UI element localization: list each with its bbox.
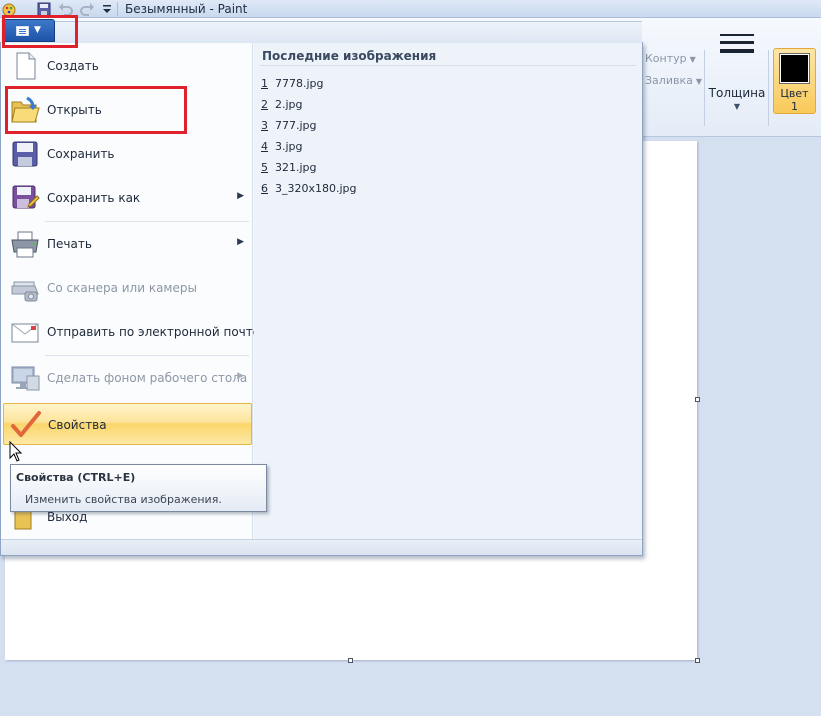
submenu-arrow-icon: ▶	[237, 371, 244, 381]
menu-item-label: Создать	[47, 59, 99, 73]
highlight-box-open-item	[5, 86, 187, 134]
save-as-icon	[12, 185, 40, 209]
recent-file-number: 2	[261, 98, 268, 111]
menu-item-label: Свойства	[48, 418, 107, 432]
highlight-box-app-button	[2, 15, 78, 48]
menu-item-label: Со сканера или камеры	[47, 281, 197, 295]
properties-tooltip: Свойства (CTRL+E) Изменить свойства изоб…	[10, 464, 267, 512]
recent-images-title: Последние изображения	[262, 49, 437, 63]
window-title: Безымянный - Paint	[125, 2, 248, 16]
printer-icon	[11, 231, 39, 258]
recent-file-item[interactable]: 2 2.jpg	[261, 98, 303, 111]
menu-item-new[interactable]: Создать	[3, 45, 252, 87]
submenu-arrow-icon: ▶	[237, 237, 244, 247]
ribbon-separator	[768, 50, 769, 126]
menu-item-save-as[interactable]: Сохранить как ▶	[3, 177, 252, 219]
color1-swatch	[779, 53, 810, 84]
menu-item-set-desktop-background: Сделать фоном рабочего стола ▶	[3, 357, 252, 399]
scanner-icon	[11, 281, 39, 302]
color1-label: Цвет 1	[780, 87, 809, 113]
thickness-chevron-down-icon: ▼	[733, 102, 741, 111]
thickness-lines-icon	[720, 34, 754, 58]
title-bar: Безымянный - Paint	[0, 0, 821, 18]
menu-item-label: Выход	[47, 510, 88, 524]
recent-file-item[interactable]: 5 321.jpg	[261, 161, 317, 174]
menu-top-strip	[1, 21, 642, 43]
recent-file-name: 777.jpg	[275, 119, 317, 132]
menu-separator	[45, 221, 249, 222]
desktop-background-icon	[11, 366, 40, 391]
color1-button[interactable]: Цвет 1	[773, 48, 816, 114]
recent-file-number: 5	[261, 161, 268, 174]
recent-file-name: 7778.jpg	[275, 77, 324, 90]
recent-file-item[interactable]: 6 3_320x180.jpg	[261, 182, 357, 195]
ribbon-separator	[704, 50, 705, 126]
menu-item-label: Сделать фоном рабочего стола	[47, 371, 248, 385]
menu-item-label: Отправить по электронной почте	[47, 325, 261, 339]
save-icon	[12, 141, 38, 167]
menu-item-label: Печать	[47, 237, 92, 251]
recent-file-number: 4	[261, 140, 268, 153]
recent-file-item[interactable]: 1 7778.jpg	[261, 77, 324, 90]
fill-label: Заливка	[645, 74, 693, 87]
menu-item-print[interactable]: Печать ▶	[3, 223, 252, 265]
menu-footer	[1, 539, 642, 555]
checkmark-icon	[11, 411, 41, 437]
recent-file-name: 3.jpg	[275, 140, 303, 153]
redo-icon[interactable]	[79, 1, 95, 17]
recent-file-item[interactable]: 4 3.jpg	[261, 140, 303, 153]
recent-file-name: 321.jpg	[275, 161, 317, 174]
thickness-label: Толщина	[708, 86, 766, 100]
fill-chevron-down-icon: ▼	[695, 77, 702, 86]
new-file-icon	[16, 52, 36, 80]
outline-label: Контур	[645, 52, 687, 65]
thickness-button[interactable]: Толщина ▼	[707, 28, 767, 118]
customize-toolbar-icon[interactable]	[99, 1, 115, 17]
recent-file-name: 3_320x180.jpg	[275, 182, 357, 195]
outline-chevron-down-icon: ▼	[689, 55, 696, 64]
submenu-arrow-icon: ▶	[237, 191, 244, 201]
menu-separator	[45, 355, 249, 356]
fill-dropdown[interactable]: Заливка ▼	[645, 74, 702, 87]
tooltip-title: Свойства (CTRL+E)	[16, 471, 136, 484]
resize-handle-corner[interactable]	[695, 658, 700, 663]
recent-file-number: 6	[261, 182, 268, 195]
resize-handle-bottom[interactable]	[348, 658, 353, 663]
recent-separator	[260, 65, 636, 66]
recent-file-item[interactable]: 3 777.jpg	[261, 119, 317, 132]
menu-item-properties[interactable]: Свойства	[3, 403, 252, 445]
menu-item-scanner: Со сканера или камеры	[3, 267, 252, 309]
menu-item-email[interactable]: Отправить по электронной почте	[3, 311, 260, 353]
title-separator	[117, 2, 118, 16]
recent-file-number: 1	[261, 77, 268, 90]
recent-file-name: 2.jpg	[275, 98, 303, 111]
tooltip-description: Изменить свойства изображения.	[25, 493, 222, 506]
mouse-pointer-icon	[9, 441, 23, 462]
menu-item-save[interactable]: Сохранить	[3, 133, 252, 175]
email-icon	[11, 323, 39, 343]
menu-item-label: Сохранить как	[47, 191, 141, 205]
resize-handle-right[interactable]	[695, 397, 700, 402]
menu-item-label: Сохранить	[47, 147, 115, 161]
recent-images-panel: Последние изображения 1 7778.jpg 2 2.jpg 3…	[254, 43, 642, 539]
recent-file-number: 3	[261, 119, 268, 132]
outline-dropdown[interactable]: Контур ▼	[645, 52, 696, 65]
